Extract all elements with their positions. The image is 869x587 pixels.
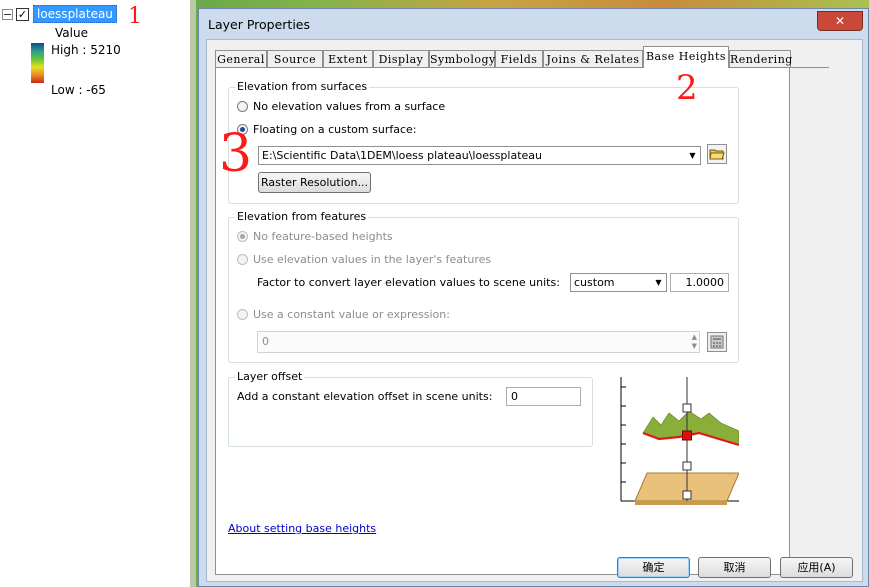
factor-input[interactable]: 1.0000 [670, 273, 729, 292]
table-of-contents: ✓ loessplateau Value High : 5210 Low : -… [0, 0, 190, 587]
tab-fields[interactable]: Fields [495, 50, 543, 67]
chevron-down-icon[interactable]: ▼ [651, 274, 666, 291]
annotation-mark-2: 2 [676, 68, 698, 108]
collapse-toggle-icon[interactable] [2, 9, 13, 20]
folder-icon [709, 149, 725, 160]
annotation-mark-3: 3 [219, 124, 253, 184]
constant-expression-value: 0 [262, 335, 269, 348]
constant-expression-input[interactable]: 0 ▲ ▼ [257, 331, 700, 353]
base-heights-page: Elevation from surfaces No elevation val… [215, 67, 790, 575]
no-feature-label: No feature-based heights [253, 230, 393, 243]
dialog-client-area: General Source Extent Display Symbology … [206, 39, 863, 582]
tab-general[interactable]: General [215, 50, 267, 67]
surfaces-group: Elevation from surfaces No elevation val… [228, 80, 739, 204]
annotation-mark-1: 1 [128, 4, 142, 29]
layer-properties-dialog: Layer Properties ✕ General Source Extent… [198, 8, 869, 587]
close-button[interactable]: ✕ [817, 11, 863, 31]
offset-group: Layer offset Add a constant elevation of… [228, 370, 593, 447]
chevron-down-icon[interactable]: ▼ [685, 147, 700, 164]
raster-resolution-button[interactable]: Raster Resolution... [258, 172, 371, 193]
surface-path-value: E:\Scientific Data\1DEM\loess plateau\lo… [262, 149, 542, 162]
spinner-icon[interactable]: ▲ ▼ [692, 333, 697, 351]
legend-value-label: Value [55, 26, 88, 40]
tab-rendering[interactable]: Rendering [729, 50, 792, 67]
floating-surface-label[interactable]: Floating on a custom surface: [253, 123, 416, 136]
use-feature-values-label: Use elevation values in the layer's feat… [253, 253, 492, 266]
calculator-icon [710, 335, 724, 349]
features-group: Elevation from features No feature-based… [228, 210, 739, 363]
tab-display[interactable]: Display [373, 50, 429, 67]
no-surface-label[interactable]: No elevation values from a surface [253, 100, 445, 113]
cancel-button[interactable]: 取消 [698, 557, 771, 578]
unit-dropdown[interactable]: custom ▼ [570, 273, 667, 292]
tab-base-heights[interactable]: Base Heights [643, 46, 729, 68]
tab-extent[interactable]: Extent [323, 50, 373, 67]
unit-value: custom [574, 276, 615, 289]
offset-group-title: Layer offset [235, 370, 305, 383]
expression-builder-button[interactable] [707, 332, 727, 352]
apply-button[interactable]: 应用(A) [780, 557, 853, 578]
legend-high-label: High : 5210 [51, 43, 121, 57]
surface-path-dropdown[interactable]: E:\Scientific Data\1DEM\loess plateau\lo… [258, 146, 701, 165]
ok-button[interactable]: 确定 [617, 557, 690, 578]
help-link[interactable]: About setting base heights [228, 522, 376, 535]
factor-label: Factor to convert layer elevation values… [257, 276, 560, 289]
dialog-title: Layer Properties [208, 17, 310, 32]
features-group-title: Elevation from features [235, 210, 369, 223]
no-surface-radio[interactable] [237, 101, 248, 112]
tab-source[interactable]: Source [267, 50, 323, 67]
tab-joins-relates[interactable]: Joins & Relates [543, 50, 643, 67]
offset-label: Add a constant elevation offset in scene… [237, 390, 493, 403]
constant-expression-radio[interactable] [237, 309, 248, 320]
open-folder-button[interactable] [707, 144, 727, 164]
tab-symbology[interactable]: Symbology [429, 50, 495, 67]
surfaces-group-title: Elevation from surfaces [235, 80, 370, 93]
legend-color-ramp [31, 43, 44, 83]
no-feature-radio[interactable] [237, 231, 248, 242]
constant-expression-label: Use a constant value or expression: [253, 308, 450, 321]
legend-low-label: Low : -65 [51, 83, 106, 97]
toc-layer-name[interactable]: loessplateau [33, 5, 117, 23]
offset-input[interactable]: 0 [506, 387, 581, 406]
layer-visibility-checkbox[interactable]: ✓ [16, 8, 29, 21]
use-feature-values-radio[interactable] [237, 254, 248, 265]
base-heights-illustration [620, 377, 739, 505]
